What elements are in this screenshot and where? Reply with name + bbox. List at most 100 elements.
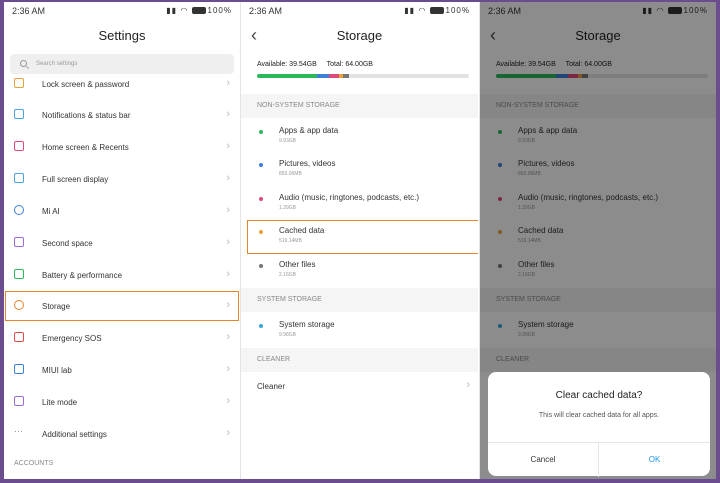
system-storage-header: SYSTEM STORAGE	[241, 288, 478, 312]
battery-status-icon	[191, 7, 206, 15]
accounts-header: ACCOUNTS	[14, 460, 54, 467]
wifi-icon: ◠	[418, 6, 427, 15]
home-icon	[14, 141, 24, 151]
status-time: 2:36	[12, 6, 30, 16]
chevron-right-icon: ›	[226, 363, 230, 375]
storage-item-name: Other files	[279, 260, 316, 269]
cancel-button[interactable]: Cancel	[488, 443, 599, 477]
settings-item-label: Full screen display	[42, 175, 109, 184]
chevron-right-icon: ›	[226, 108, 230, 120]
dialog-message: This will clear cached data for all apps…	[538, 412, 660, 419]
storage-item-size: 1.39GB	[279, 205, 296, 211]
settings-item-label: MIUI lab	[42, 366, 72, 375]
color-dot	[259, 324, 263, 328]
settings-item-label: Lock screen & password	[42, 80, 130, 89]
clear-cache-dialog: Clear cached data? This will clear cache…	[488, 372, 710, 477]
dialog-buttons: Cancel OK	[488, 442, 710, 477]
chevron-right-icon: ›	[226, 172, 230, 184]
storage-item-audio[interactable]: Audio (music, ringtones, podcasts, etc.)…	[241, 187, 478, 221]
storage-item-other-files[interactable]: Other files 2.16GB	[241, 254, 478, 288]
storage-screen: 2:36 AM ▮▮ ◠ 100% ‹ Storage Available: 3…	[241, 2, 478, 479]
search-placeholder: Search settings	[36, 61, 78, 67]
storage-usage-bar	[257, 74, 469, 78]
lab-icon	[14, 364, 24, 374]
settings-item-label: Mi AI	[42, 207, 60, 216]
settings-item-additional[interactable]: ··· Additional settings ›	[4, 418, 240, 450]
settings-item-label: Second space	[42, 239, 93, 248]
status-bar: 2:36 AM ▮▮ ◠ 100%	[4, 2, 240, 18]
battery-percent: 100%	[207, 6, 232, 15]
more-icon: ···	[14, 426, 23, 436]
color-dot	[259, 197, 263, 201]
sos-icon	[14, 332, 24, 342]
battery-icon	[14, 269, 24, 279]
status-time: 2:36	[249, 6, 267, 16]
storage-screen-dialog: 2:36 AM ▮▮ ◠ 100% ‹ Storage Available: 3…	[480, 2, 716, 479]
screenshot-frame: 2:36 AM ▮▮ ◠ 100% Settings Search settin…	[4, 2, 716, 479]
color-dot	[259, 264, 263, 268]
settings-item-lock-screen[interactable]: Lock screen & password ›	[4, 68, 240, 100]
settings-item-label: Additional settings	[42, 430, 107, 439]
color-dot	[259, 130, 263, 134]
settings-screen: 2:36 AM ▮▮ ◠ 100% Settings Search settin…	[4, 2, 240, 479]
fullscreen-icon	[14, 173, 24, 183]
chevron-right-icon: ›	[226, 268, 230, 280]
usage-segment-other	[343, 74, 349, 78]
second-space-icon	[14, 237, 24, 247]
settings-item-battery[interactable]: Battery & performance ›	[4, 259, 240, 291]
color-dot	[259, 163, 263, 167]
settings-item-label: Battery & performance	[42, 271, 123, 280]
settings-item-full-screen[interactable]: Full screen display ›	[4, 163, 240, 195]
settings-item-notifications[interactable]: Notifications & status bar ›	[4, 99, 240, 131]
usage-segment-apps	[257, 74, 317, 78]
chevron-right-icon: ›	[226, 331, 230, 343]
chevron-right-icon: ›	[226, 299, 230, 311]
signal-icon: ▮▮	[404, 6, 416, 15]
settings-item-mi-ai[interactable]: Mi AI ›	[4, 195, 240, 227]
storage-item-apps[interactable]: Apps & app data 9.93GB	[241, 120, 478, 154]
usage-segment-audio	[329, 74, 339, 78]
storage-item-name: Cached data	[279, 226, 325, 235]
chevron-right-icon: ›	[226, 236, 230, 248]
settings-item-miui-lab[interactable]: MIUI lab ›	[4, 354, 240, 386]
lite-mode-icon	[14, 396, 24, 406]
ai-icon	[14, 205, 24, 215]
status-bar: 2:36 AM ▮▮ ◠ 100%	[241, 2, 478, 18]
page-title: Storage	[336, 28, 383, 43]
settings-item-storage[interactable]: Storage ›	[4, 290, 240, 322]
storage-item-size: 519.14MB	[279, 238, 302, 244]
storage-item-cached-data[interactable]: Cached data 519.14MB	[247, 220, 478, 254]
back-arrow-icon[interactable]: ‹	[251, 22, 257, 48]
chevron-right-icon: ›	[226, 395, 230, 407]
settings-item-label: Home screen & Recents	[42, 143, 129, 152]
settings-item-label: Notifications & status bar	[42, 111, 131, 120]
storage-summary: Available: 39.54GB Total: 64.00GB	[257, 61, 381, 68]
lock-icon	[14, 78, 24, 88]
storage-item-size: 9.98GB	[279, 332, 296, 338]
cleaner-label: Cleaner	[257, 382, 286, 391]
storage-item-name: Apps & app data	[279, 126, 339, 135]
status-icons: ▮▮ ◠ 100%	[166, 6, 232, 15]
settings-item-second-space[interactable]: Second space ›	[4, 227, 240, 259]
notification-icon	[14, 109, 24, 119]
storage-item-pictures[interactable]: Pictures, videos 893.06MB	[241, 153, 478, 187]
settings-item-emergency-sos[interactable]: Emergency SOS ›	[4, 322, 240, 354]
search-icon	[20, 60, 27, 67]
available-space: Available: 39.54GB	[257, 61, 317, 68]
battery-percent: 100%	[445, 6, 470, 15]
non-system-storage-header: NON-SYSTEM STORAGE	[241, 94, 478, 118]
wifi-icon: ◠	[180, 6, 189, 15]
color-dot	[259, 230, 263, 234]
settings-item-lite-mode[interactable]: Lite mode ›	[4, 386, 240, 418]
dialog-title: Clear cached data?	[555, 390, 643, 401]
storage-item-name: Audio (music, ringtones, podcasts, etc.)	[279, 193, 420, 202]
chevron-right-icon: ›	[226, 427, 230, 439]
storage-item-size: 893.06MB	[279, 171, 302, 177]
chevron-right-icon: ›	[226, 77, 230, 89]
storage-icon	[14, 300, 24, 310]
ok-button[interactable]: OK	[599, 443, 710, 477]
cleaner-item[interactable]: Cleaner ›	[241, 374, 478, 400]
storage-item-size: 2.16GB	[279, 272, 296, 278]
storage-item-system[interactable]: System storage 9.98GB	[241, 314, 478, 348]
settings-item-home-screen[interactable]: Home screen & Recents ›	[4, 131, 240, 163]
